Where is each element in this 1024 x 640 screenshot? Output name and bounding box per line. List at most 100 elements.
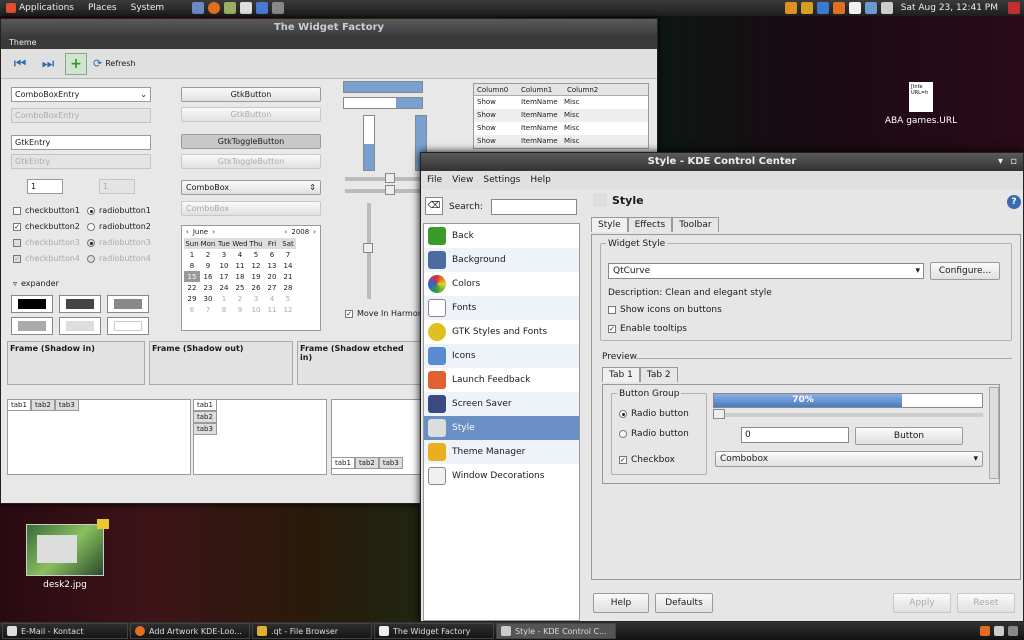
radiobutton2[interactable]: radiobutton2	[87, 222, 151, 231]
workspace-icon[interactable]	[994, 626, 1004, 636]
preview-combobox[interactable]: Combobox ▾	[715, 451, 983, 467]
minimize-icon[interactable]: ▾	[998, 153, 1003, 171]
table-row[interactable]: Show ItemName Misc	[474, 96, 648, 109]
back-arrow-icon[interactable]: ⏮	[9, 53, 31, 75]
tools-icon[interactable]	[256, 2, 269, 14]
module-fonts[interactable]: Fonts	[424, 296, 579, 320]
tab-effects[interactable]: Effects	[627, 217, 673, 232]
module-gtk-styles[interactable]: GTK Styles and Fonts	[424, 320, 579, 344]
combo-entry[interactable]: ComboBoxEntry ⌄	[11, 87, 151, 102]
system-menu[interactable]: System	[131, 3, 165, 13]
refresh-button[interactable]: ⟳ Refresh	[93, 57, 135, 70]
notebook-left-tabs[interactable]: tab1 tab2 tab3	[193, 399, 217, 435]
preview-spinbox[interactable]: 0	[741, 427, 849, 443]
checkbutton2[interactable]: ✓ checkbutton2	[13, 222, 80, 231]
tab-preview-2[interactable]: Tab 2	[639, 367, 678, 382]
hscale-1[interactable]	[345, 173, 421, 183]
desktop-file-desk2[interactable]: desk2.jpg	[22, 519, 109, 590]
screenshot-icon[interactable]	[272, 2, 285, 14]
module-screen-saver[interactable]: Screen Saver	[424, 392, 579, 416]
module-launch-feedback[interactable]: Launch Feedback	[424, 368, 579, 392]
preview-checkbox[interactable]: ✓ Checkbox	[619, 455, 675, 465]
show-desktop-icon[interactable]	[980, 626, 990, 636]
tab-style[interactable]: Style	[591, 217, 628, 232]
next-year-icon[interactable]: ›	[313, 228, 316, 236]
forward-arrow-icon[interactable]: ⏭	[37, 53, 59, 75]
theme-menu[interactable]: Theme	[1, 37, 657, 49]
defaults-button[interactable]: Defaults	[655, 593, 713, 613]
help-button[interactable]: Help	[593, 593, 649, 613]
preview-button[interactable]: Button	[855, 427, 963, 445]
tab[interactable]: tab2	[354, 457, 379, 469]
clear-search-icon[interactable]: ⌫	[425, 197, 443, 215]
gtk-entry[interactable]: GtkEntry	[11, 135, 151, 150]
preview-scrollbar[interactable]	[989, 387, 999, 479]
menu-file[interactable]: File	[427, 171, 442, 189]
gtk-button[interactable]: GtkButton	[181, 87, 321, 102]
module-background[interactable]: Background	[424, 248, 579, 272]
tab-toolbar[interactable]: Toolbar	[672, 217, 719, 232]
applications-menu[interactable]: Applications	[6, 3, 74, 13]
enable-tooltips-check[interactable]: ✓ Enable tooltips	[608, 324, 687, 334]
tab[interactable]: tab1	[7, 399, 31, 411]
spin-button[interactable]: 1	[27, 179, 63, 194]
terminal-icon[interactable]	[240, 2, 253, 14]
tab[interactable]: tab2	[193, 411, 217, 423]
notebook-top-tabs[interactable]: tab1 tab2 tab3	[7, 399, 79, 411]
checkbutton1[interactable]: checkbutton1	[13, 206, 80, 215]
task-widget-factory[interactable]: The Widget Factory	[374, 623, 494, 639]
tab[interactable]: tab1	[331, 457, 355, 469]
expander[interactable]: ▿ expander	[13, 279, 59, 288]
table-row[interactable]: Show ItemName Misc	[474, 109, 648, 122]
add-icon[interactable]: +	[65, 52, 87, 75]
tab[interactable]: tab3	[193, 423, 217, 435]
task-file-browser[interactable]: .qt - File Browser	[252, 623, 372, 639]
module-back[interactable]: Back	[424, 224, 579, 248]
calendar[interactable]: ‹ June › ‹ 2008 › Sun Mon Tue Wed Thu Fri Sat 1234…	[181, 225, 321, 331]
window-title[interactable]: The Widget Factory	[1, 19, 657, 37]
bluetooth-icon[interactable]	[816, 2, 829, 14]
task-firefox[interactable]: Add Artwork KDE-Loo...	[130, 623, 250, 639]
window-title[interactable]: Style - KDE Control Center ▾ ▫	[421, 153, 1023, 171]
tray-update-icon[interactable]	[784, 2, 797, 14]
search-input[interactable]	[491, 199, 577, 215]
trash-icon[interactable]	[1008, 626, 1018, 636]
desktop-file-aba-games[interactable]: [Inte URL=h ABA games.URL	[876, 82, 966, 126]
tray-warning-icon[interactable]	[800, 2, 813, 14]
gtk-toggle-button[interactable]: GtkToggleButton	[181, 134, 321, 149]
menu-view[interactable]: View	[452, 171, 473, 189]
tab-preview-1[interactable]: Tab 1	[602, 367, 640, 382]
calendar-grid[interactable]: Sun Mon Tue Wed Thu Fri Sat 1234567 8 9 10 11 12 13…	[184, 238, 296, 315]
module-theme-manager[interactable]: Theme Manager	[424, 440, 579, 464]
volume-icon[interactable]	[880, 2, 893, 14]
tree-view[interactable]: Column0 Column1 Column2 Show ItemName Misc S…	[473, 83, 649, 149]
radio-button-2[interactable]: Radio button	[619, 429, 689, 439]
power-icon[interactable]	[1008, 2, 1020, 14]
module-icons[interactable]: Icons	[424, 344, 579, 368]
prev-month-icon[interactable]: ‹	[186, 228, 189, 236]
vscale-1[interactable]	[363, 203, 373, 299]
combobox[interactable]: ComboBox ⇕	[181, 180, 321, 195]
preview-slider[interactable]	[713, 409, 983, 419]
hscale-2[interactable]	[345, 185, 421, 195]
tab[interactable]: tab2	[30, 399, 55, 411]
clipboard-icon[interactable]	[848, 2, 861, 14]
radio-button-1[interactable]: Radio button	[619, 409, 689, 419]
tab[interactable]: tab3	[378, 457, 403, 469]
move-in-harmony-check[interactable]: ✓ Move In Harmony	[345, 309, 428, 318]
widget-style-combo[interactable]: QtCurve ▾	[608, 263, 924, 279]
radiobutton1[interactable]: radiobutton1	[87, 206, 151, 215]
tray-app-icon[interactable]	[832, 2, 845, 14]
table-row[interactable]: Show ItemName Misc	[474, 122, 648, 135]
tab[interactable]: tab3	[54, 399, 79, 411]
clock[interactable]: Sat Aug 23, 12:41 PM	[901, 3, 998, 13]
home-folder-icon[interactable]	[192, 2, 205, 14]
menu-help[interactable]: Help	[530, 171, 551, 189]
module-colors[interactable]: Colors	[424, 272, 579, 296]
calculator-icon[interactable]	[224, 2, 237, 14]
tab[interactable]: tab1	[193, 399, 217, 411]
maximize-icon[interactable]: ▫	[1010, 153, 1017, 171]
places-menu[interactable]: Places	[88, 3, 117, 13]
column-header[interactable]: Column0	[474, 84, 518, 95]
column-header[interactable]: Column2	[564, 84, 624, 95]
